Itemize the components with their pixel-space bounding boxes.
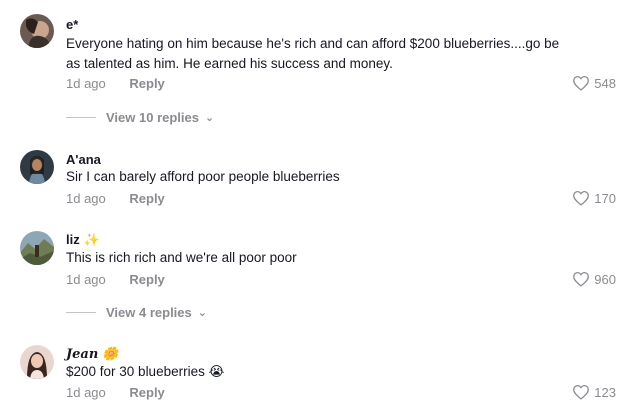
comment-time: 1d ago: [66, 385, 106, 400]
comment-username[interactable]: liz ✨: [66, 232, 100, 248]
heart-outline-icon[interactable]: [572, 384, 590, 400]
comment-time: 1d ago: [66, 272, 106, 287]
comment-text: $200 for 30 blueberries 😭: [66, 364, 225, 379]
comment-text: Sir I can barely afford poor people blue…: [66, 169, 340, 184]
like-count: 123: [594, 384, 616, 400]
comment-text: This is rich rich and we're all poor poo…: [66, 250, 297, 265]
comment-username[interactable]: e*: [66, 17, 78, 32]
comment-text: Everyone hating on him because he's rich…: [66, 36, 560, 71]
like-count: 960: [594, 271, 616, 287]
comment-meta: 1d ago Reply: [66, 191, 165, 206]
reply-button[interactable]: Reply: [129, 191, 164, 206]
comment-meta: 1d ago Reply: [66, 385, 165, 400]
like-button[interactable]: 960: [572, 271, 616, 287]
comment-time: 1d ago: [66, 76, 106, 91]
avatar[interactable]: [20, 14, 54, 48]
chevron-down-icon: ⌄: [197, 307, 207, 319]
like-count: 548: [594, 75, 616, 91]
comment-time: 1d ago: [66, 191, 106, 206]
flower-emoji: 🌼: [102, 347, 119, 362]
avatar[interactable]: [20, 150, 54, 184]
view-replies-label: View 4 replies: [106, 305, 192, 320]
heart-outline-icon[interactable]: [572, 271, 590, 287]
avatar[interactable]: [20, 345, 54, 379]
sparkle-emoji: ✨: [83, 232, 100, 247]
comment-username[interactable]: Jean 🌼: [66, 347, 118, 362]
view-replies-button[interactable]: View 10 replies ⌄: [66, 110, 214, 125]
view-replies-button[interactable]: View 4 replies ⌄: [66, 305, 207, 320]
divider: [66, 117, 96, 118]
avatar[interactable]: [20, 231, 54, 265]
like-button[interactable]: 170: [572, 190, 616, 206]
reply-button[interactable]: Reply: [129, 272, 164, 287]
heart-outline-icon[interactable]: [572, 75, 590, 91]
reply-button[interactable]: Reply: [129, 385, 164, 400]
view-replies-label: View 10 replies: [106, 110, 199, 125]
reply-button[interactable]: Reply: [129, 76, 164, 91]
like-button[interactable]: 548: [572, 75, 616, 91]
comment-meta: 1d ago Reply: [66, 272, 165, 287]
divider: [66, 312, 96, 313]
like-button[interactable]: 123: [572, 384, 616, 400]
heart-outline-icon[interactable]: [572, 190, 590, 206]
comment-meta: 1d ago Reply: [66, 76, 165, 91]
like-count: 170: [594, 190, 616, 206]
comment-username[interactable]: A'ana: [66, 152, 101, 167]
chevron-down-icon: ⌄: [205, 112, 215, 124]
